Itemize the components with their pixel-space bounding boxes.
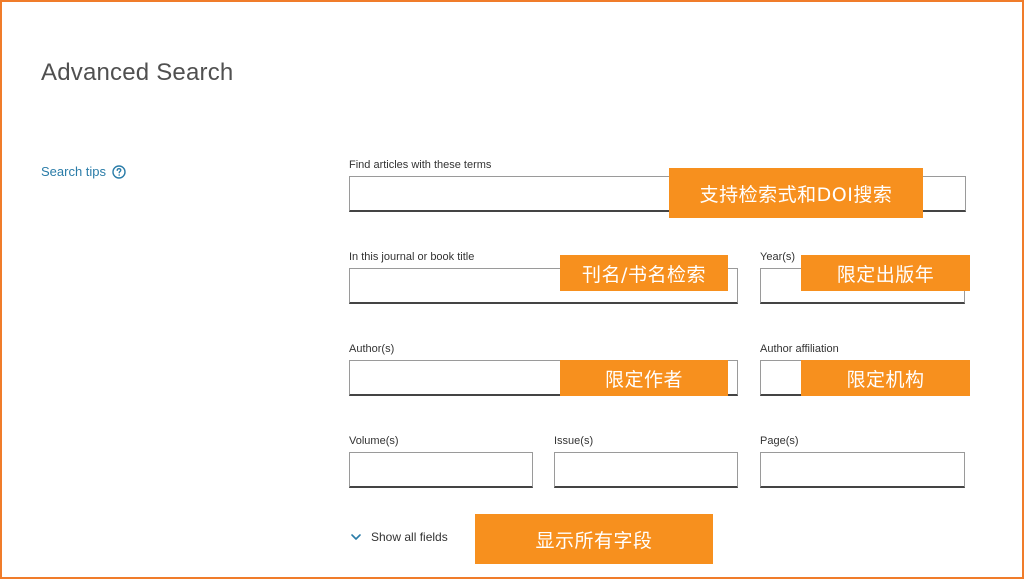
help-circle-icon: [112, 164, 126, 179]
show-all-fields-label: Show all fields: [371, 530, 448, 544]
journal-label: In this journal or book title: [349, 251, 475, 263]
chevron-down-icon: [349, 530, 363, 544]
pages-input[interactable]: [760, 452, 965, 488]
page-title: Advanced Search: [41, 59, 234, 86]
terms-label: Find articles with these terms: [349, 159, 492, 171]
annotation-journal: 刊名/书名检索: [560, 255, 728, 291]
affiliation-label: Author affiliation: [760, 343, 839, 355]
search-tips-link[interactable]: Search tips: [41, 164, 126, 179]
annotation-terms: 支持检索式和DOI搜索: [669, 168, 923, 218]
years-label: Year(s): [760, 251, 796, 263]
page-frame: Advanced Search Search tips Find article…: [0, 0, 1024, 579]
issue-input[interactable]: [554, 452, 738, 488]
pages-label: Page(s): [760, 435, 799, 447]
search-tips-label: Search tips: [41, 164, 107, 179]
issue-label: Issue(s): [554, 435, 594, 447]
annotation-show-all: 显示所有字段: [475, 514, 713, 564]
annotation-authors: 限定作者: [560, 360, 728, 396]
annotation-affiliation: 限定机构: [801, 360, 970, 396]
volume-label: Volume(s): [349, 435, 399, 447]
authors-label: Author(s): [349, 343, 395, 355]
show-all-fields-toggle[interactable]: Show all fields: [349, 530, 448, 544]
annotation-years: 限定出版年: [801, 255, 970, 291]
volume-input[interactable]: [349, 452, 533, 488]
